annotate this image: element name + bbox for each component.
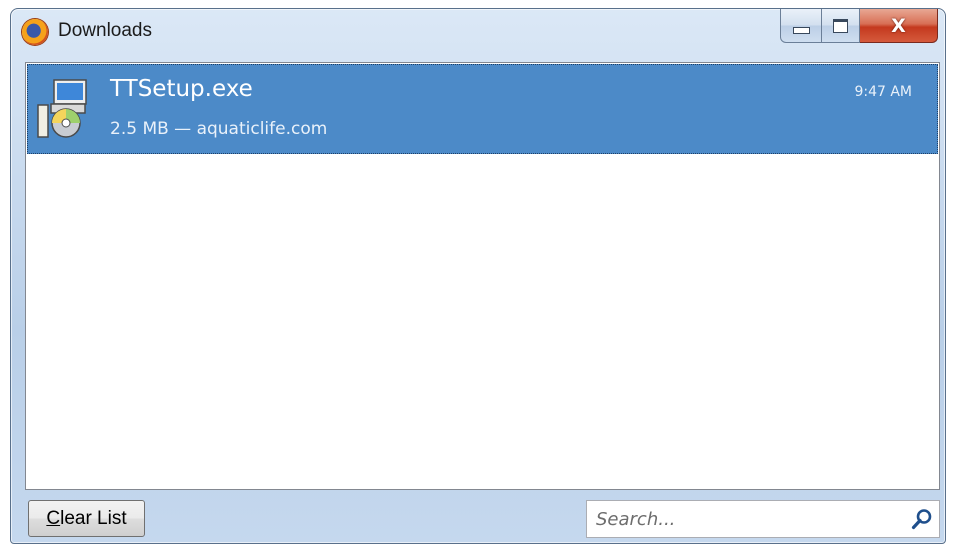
download-time: 9:47 AM xyxy=(854,84,912,100)
caption-buttons: X xyxy=(780,9,938,45)
downloads-window: Downloads X TTSetup.exe 2.5 MB — aquatic… xyxy=(10,8,946,544)
download-filename: TTSetup.exe xyxy=(110,76,253,102)
installer-icon xyxy=(37,79,87,138)
close-icon: X xyxy=(891,14,906,37)
close-button[interactable]: X xyxy=(860,9,938,43)
search-icon[interactable] xyxy=(911,508,933,530)
search-input[interactable] xyxy=(587,501,896,537)
clear-list-button[interactable]: Clear List xyxy=(28,500,145,537)
title-bar[interactable]: Downloads X xyxy=(11,9,945,55)
minimize-button[interactable] xyxy=(780,9,822,43)
maximize-icon xyxy=(833,18,848,33)
maximize-button[interactable] xyxy=(822,9,860,43)
download-item[interactable]: TTSetup.exe 2.5 MB — aquaticlife.com 9:4… xyxy=(27,64,938,154)
window-title: Downloads xyxy=(58,20,152,41)
search-box[interactable] xyxy=(586,500,940,538)
download-details: 2.5 MB — aquaticlife.com xyxy=(110,119,328,139)
minimize-icon xyxy=(792,27,810,34)
clear-list-label: lear List xyxy=(60,507,127,529)
clear-list-accesskey: C xyxy=(46,507,61,529)
downloads-list[interactable]: TTSetup.exe 2.5 MB — aquaticlife.com 9:4… xyxy=(25,62,940,490)
firefox-icon xyxy=(22,19,48,45)
